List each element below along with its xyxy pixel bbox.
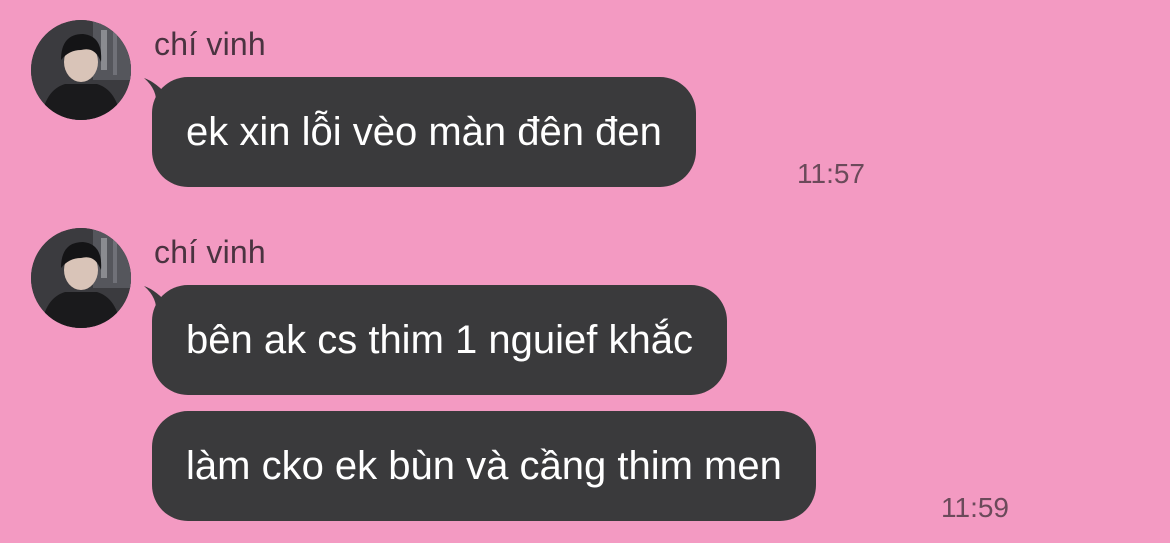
message-time: 11:57 <box>797 158 865 189</box>
message-bubble[interactable]: bên ak cs thim 1 nguief khắc <box>152 285 727 395</box>
sender-name: chí vinh <box>154 26 266 62</box>
message-time: 11:59 <box>941 492 1009 523</box>
sender-name: chí vinh <box>154 234 266 270</box>
avatar[interactable] <box>31 20 131 120</box>
message-bubble[interactable]: ek xin lỗi vèo màn đên đen <box>152 77 696 187</box>
message-bubble[interactable]: làm cko ek bùn và cầng thim men <box>152 411 816 521</box>
profile-photo-icon <box>31 20 131 120</box>
profile-photo-icon <box>31 228 131 328</box>
avatar[interactable] <box>31 228 131 328</box>
